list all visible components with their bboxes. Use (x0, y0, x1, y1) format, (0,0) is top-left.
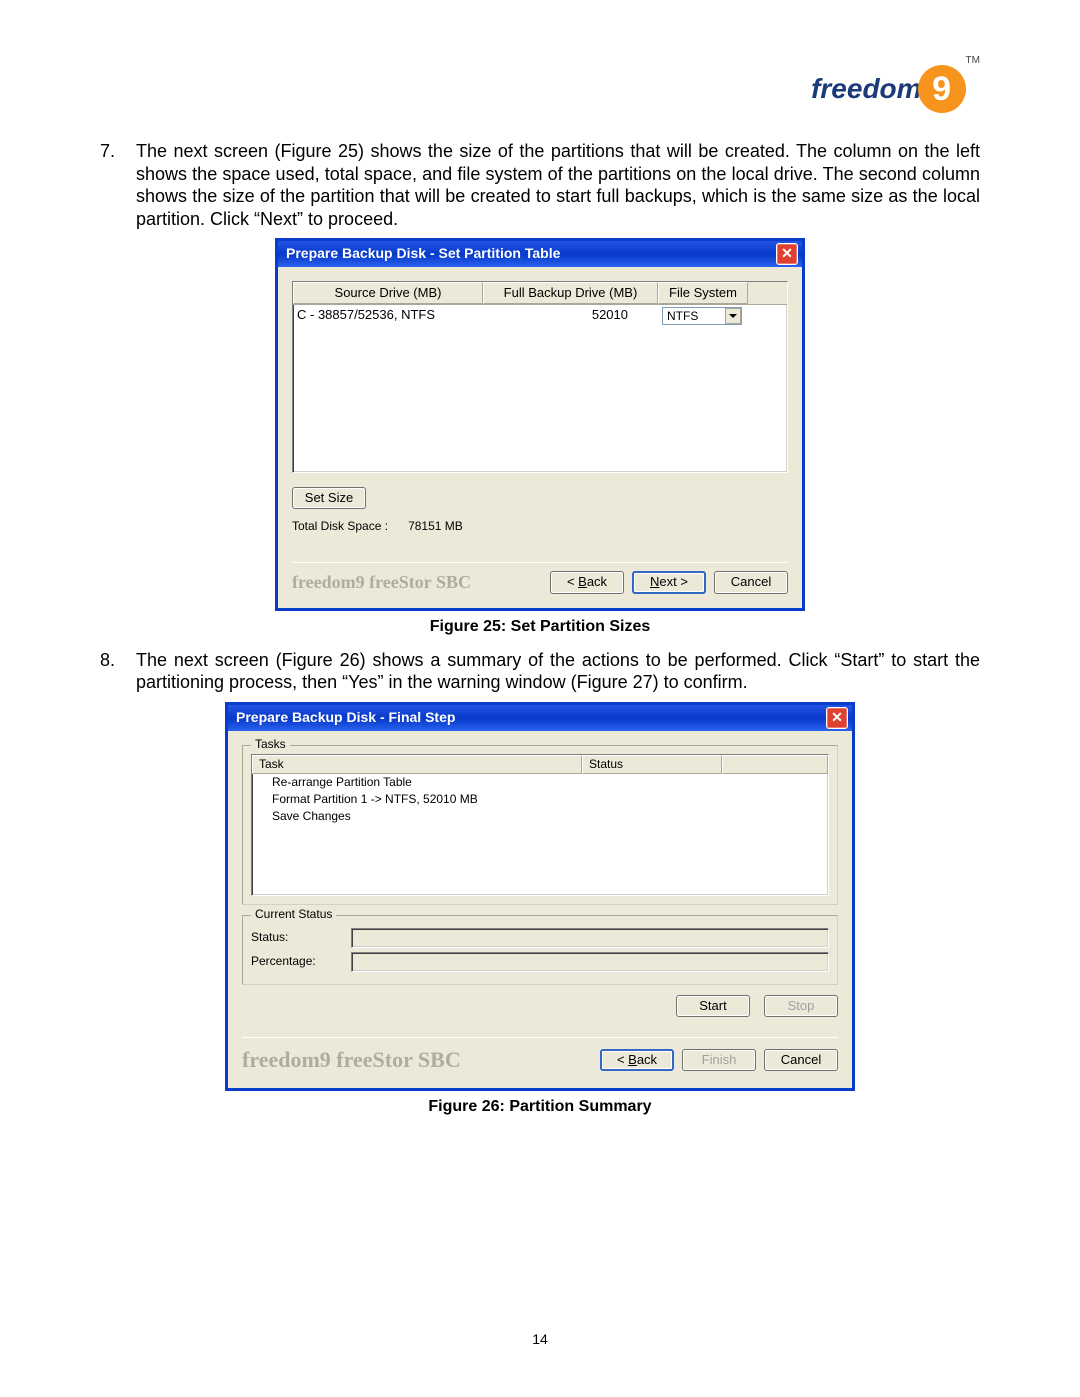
cancel-button[interactable]: Cancel (714, 571, 788, 593)
paragraph-text: The next screen (Figure 26) shows a summ… (136, 649, 980, 694)
dialog-title: Prepare Backup Disk - Final Step (236, 709, 455, 727)
close-icon[interactable]: ✕ (776, 243, 798, 265)
current-status-legend: Current Status (251, 907, 336, 922)
col-spacer (722, 755, 828, 774)
col-backup[interactable]: Full Backup Drive (MB) (483, 282, 658, 304)
figure-26-caption: Figure 26: Partition Summary (100, 1097, 980, 1117)
close-icon[interactable]: ✕ (826, 707, 848, 729)
filesystem-dropdown[interactable]: NTFS (662, 307, 742, 325)
status-value (351, 928, 829, 948)
dropdown-value: NTFS (667, 309, 698, 324)
page-number: 14 (0, 1331, 1080, 1347)
col-status[interactable]: Status (582, 755, 722, 774)
logo-tm: TM (966, 55, 980, 66)
paragraph-7: 7. The next screen (Figure 25) shows the… (100, 140, 980, 230)
table-row[interactable]: C - 38857/52536, NTFS 52010 NTFS (293, 305, 787, 327)
current-status-fieldset: Current Status Status: Percentage: (242, 915, 838, 985)
total-disk-value: 78151 MB (408, 519, 463, 533)
percentage-label: Percentage: (251, 954, 341, 969)
task-row[interactable]: Re-arrange Partition Table (252, 774, 828, 791)
percentage-bar (351, 952, 829, 972)
next-button[interactable]: Next > (632, 571, 706, 593)
total-disk-label: Total Disk Space : (292, 519, 388, 533)
col-source[interactable]: Source Drive (MB) (293, 282, 483, 304)
finish-button[interactable]: Finish (682, 1049, 756, 1071)
logo: freedom9TM (811, 65, 980, 113)
page-content: 7. The next screen (Figure 25) shows the… (100, 140, 980, 1129)
dialog-brand: freedom9 freeStor SBC (242, 1046, 461, 1074)
task-list: Task Status Re-arrange Partition Table F… (251, 754, 829, 896)
col-task[interactable]: Task (252, 755, 582, 774)
cell-backup: 52010 (483, 305, 658, 327)
tasks-fieldset: Tasks Task Status Re-arrange Partition T… (242, 745, 838, 905)
list-number: 8. (100, 649, 136, 694)
figure-25-caption: Figure 25: Set Partition Sizes (100, 617, 980, 637)
dialog-title: Prepare Backup Disk - Set Partition Tabl… (286, 245, 560, 263)
start-button[interactable]: Start (676, 995, 750, 1017)
stop-button[interactable]: Stop (764, 995, 838, 1017)
logo-digit: 9 (918, 65, 966, 113)
list-number: 7. (100, 140, 136, 230)
titlebar: Prepare Backup Disk - Final Step ✕ (228, 705, 852, 731)
partition-list: Source Drive (MB) Full Backup Drive (MB)… (292, 281, 788, 473)
logo-brand: freedom (811, 73, 921, 105)
total-disk-space: Total Disk Space : 78151 MB (292, 519, 788, 534)
back-button[interactable]: < Back (600, 1049, 674, 1071)
dialog-set-partition: Prepare Backup Disk - Set Partition Tabl… (275, 238, 805, 611)
set-size-button[interactable]: Set Size (292, 487, 366, 509)
chevron-down-icon[interactable] (725, 308, 741, 324)
cancel-button[interactable]: Cancel (764, 1049, 838, 1071)
dialog-final-step: Prepare Backup Disk - Final Step ✕ Tasks… (225, 702, 855, 1091)
task-row[interactable]: Save Changes (252, 808, 828, 825)
dialog-brand: freedom9 freeStor SBC (292, 571, 471, 594)
col-filesystem[interactable]: File System (658, 282, 748, 304)
paragraph-text: The next screen (Figure 25) shows the si… (136, 140, 980, 230)
tasks-legend: Tasks (251, 737, 290, 752)
paragraph-8: 8. The next screen (Figure 26) shows a s… (100, 649, 980, 694)
cell-source: C - 38857/52536, NTFS (293, 305, 483, 327)
back-button[interactable]: < Back (550, 571, 624, 593)
cell-filesystem: NTFS (658, 305, 748, 327)
titlebar: Prepare Backup Disk - Set Partition Tabl… (278, 241, 802, 267)
task-row[interactable]: Format Partition 1 -> NTFS, 52010 MB (252, 791, 828, 808)
status-label: Status: (251, 930, 341, 945)
